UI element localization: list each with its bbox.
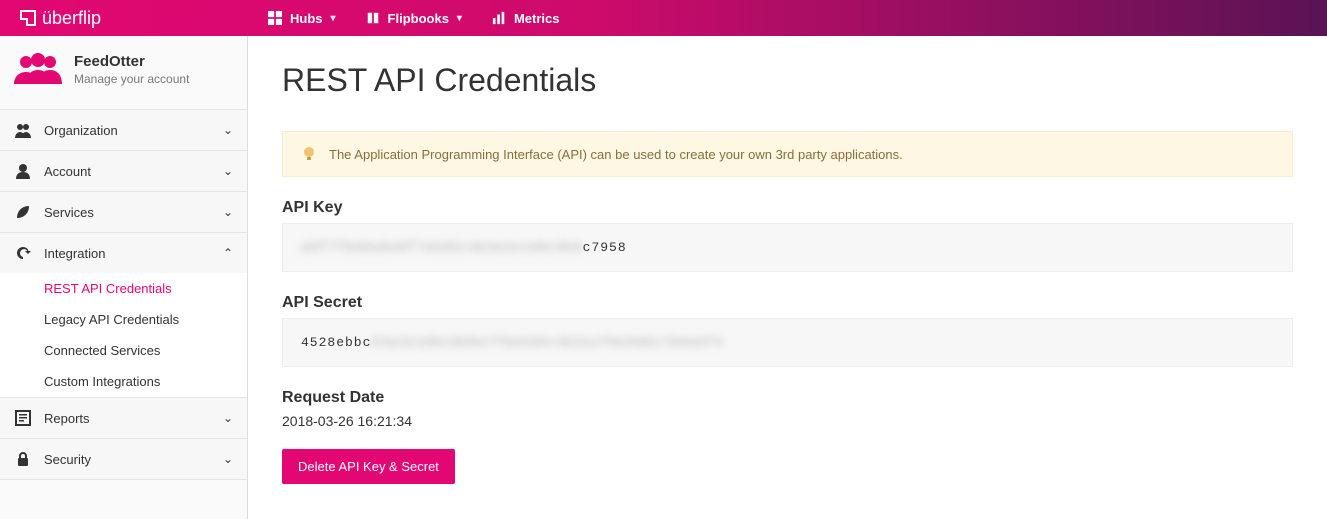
account-name: FeedOtter (74, 53, 189, 70)
nav-flipbooks-label: Flipbooks (388, 11, 449, 26)
info-banner: The Application Programming Interface (A… (282, 131, 1293, 177)
sidebar-sub-custom-integrations[interactable]: Custom Integrations (0, 366, 247, 397)
sidebar-label: Organization (44, 123, 118, 138)
nav-flipbooks[interactable]: Flipbooks ▾ (366, 11, 462, 26)
api-key-label: API Key (282, 199, 1293, 217)
brand-name: überflip (42, 8, 101, 29)
lightbulb-icon (301, 146, 317, 162)
top-bar: überflip Hubs ▾ Flipbooks ▾ Metrics (0, 0, 1327, 36)
chevron-down-icon: ▾ (457, 13, 462, 24)
sidebar-sub-rest-api[interactable]: REST API Credentials (0, 273, 247, 304)
sidebar-sub-connected-services[interactable]: Connected Services (0, 335, 247, 366)
report-icon (14, 409, 32, 427)
sidebar-label: Integration (44, 246, 105, 261)
chart-icon (492, 11, 506, 25)
chevron-down-icon: ⌄ (223, 411, 233, 425)
sidebar-item-security[interactable]: Security ⌄ (0, 438, 247, 480)
people-icon (14, 52, 62, 87)
page-title: REST API Credentials (282, 62, 1293, 99)
chevron-down-icon: ⌄ (223, 452, 233, 466)
chevron-down-icon: ⌄ (223, 205, 233, 219)
account-header[interactable]: FeedOtter Manage your account (0, 36, 247, 109)
sidebar-sub-legacy-api[interactable]: Legacy API Credentials (0, 304, 247, 335)
chevron-down-icon: ▾ (331, 13, 336, 24)
info-text: The Application Programming Interface (A… (329, 147, 903, 162)
api-key-value: a8f7f8d8a8e8f7e6d5c4b3a2e1d0c9b8c7958 (282, 223, 1293, 272)
sidebar-label: Account (44, 164, 91, 179)
brand-logo[interactable]: überflip (0, 8, 248, 29)
sidebar-item-services[interactable]: Services ⌄ (0, 191, 247, 232)
sidebar-item-account[interactable]: Account ⌄ (0, 150, 247, 191)
grid-icon (268, 11, 282, 25)
nav-metrics-label: Metrics (514, 11, 560, 26)
leaf-icon (14, 203, 32, 221)
request-date-label: Request Date (282, 389, 1293, 407)
sidebar-label: Reports (44, 411, 90, 426)
account-subtitle: Manage your account (74, 72, 189, 86)
api-secret-masked: b3a2e1d0c9b8a7f6e5d4c3b2a1f0e9d8c7b6a5f4 (371, 335, 723, 350)
sidebar-item-reports[interactable]: Reports ⌄ (0, 397, 247, 438)
main-content: REST API Credentials The Application Pro… (248, 36, 1327, 519)
lock-icon (14, 450, 32, 468)
person-icon (14, 162, 32, 180)
sidebar-label: Security (44, 452, 91, 467)
sidebar-label: Services (44, 205, 94, 220)
nav-metrics[interactable]: Metrics (492, 11, 560, 26)
sidebar-item-organization[interactable]: Organization ⌄ (0, 109, 247, 150)
chevron-down-icon: ⌄ (223, 164, 233, 178)
chevron-up-icon: ⌃ (223, 246, 233, 260)
api-key-masked: a8f7f8d8a8e8f7e6d5c4b3a2e1d0c9b8 (301, 240, 583, 255)
request-date-value: 2018-03-26 16:21:34 (282, 413, 1293, 429)
sync-icon (14, 244, 32, 262)
people-icon (14, 121, 32, 139)
api-secret-value: 4528ebbcb3a2e1d0c9b8a7f6e5d4c3b2a1f0e9d8… (282, 318, 1293, 367)
chevron-down-icon: ⌄ (223, 123, 233, 137)
sidebar: FeedOtter Manage your account Organizati… (0, 36, 248, 519)
nav-hubs[interactable]: Hubs ▾ (268, 11, 336, 26)
sidebar-item-integration[interactable]: Integration ⌃ (0, 232, 247, 273)
delete-api-key-button[interactable]: Delete API Key & Secret (282, 449, 455, 484)
api-secret-label: API Secret (282, 294, 1293, 312)
api-key-visible: c7958 (583, 240, 627, 255)
api-secret-visible: 4528ebbc (301, 335, 371, 350)
nav-hubs-label: Hubs (290, 11, 323, 26)
logo-mark-icon (20, 10, 36, 26)
top-nav: Hubs ▾ Flipbooks ▾ Metrics (248, 0, 559, 36)
book-icon (366, 11, 380, 25)
